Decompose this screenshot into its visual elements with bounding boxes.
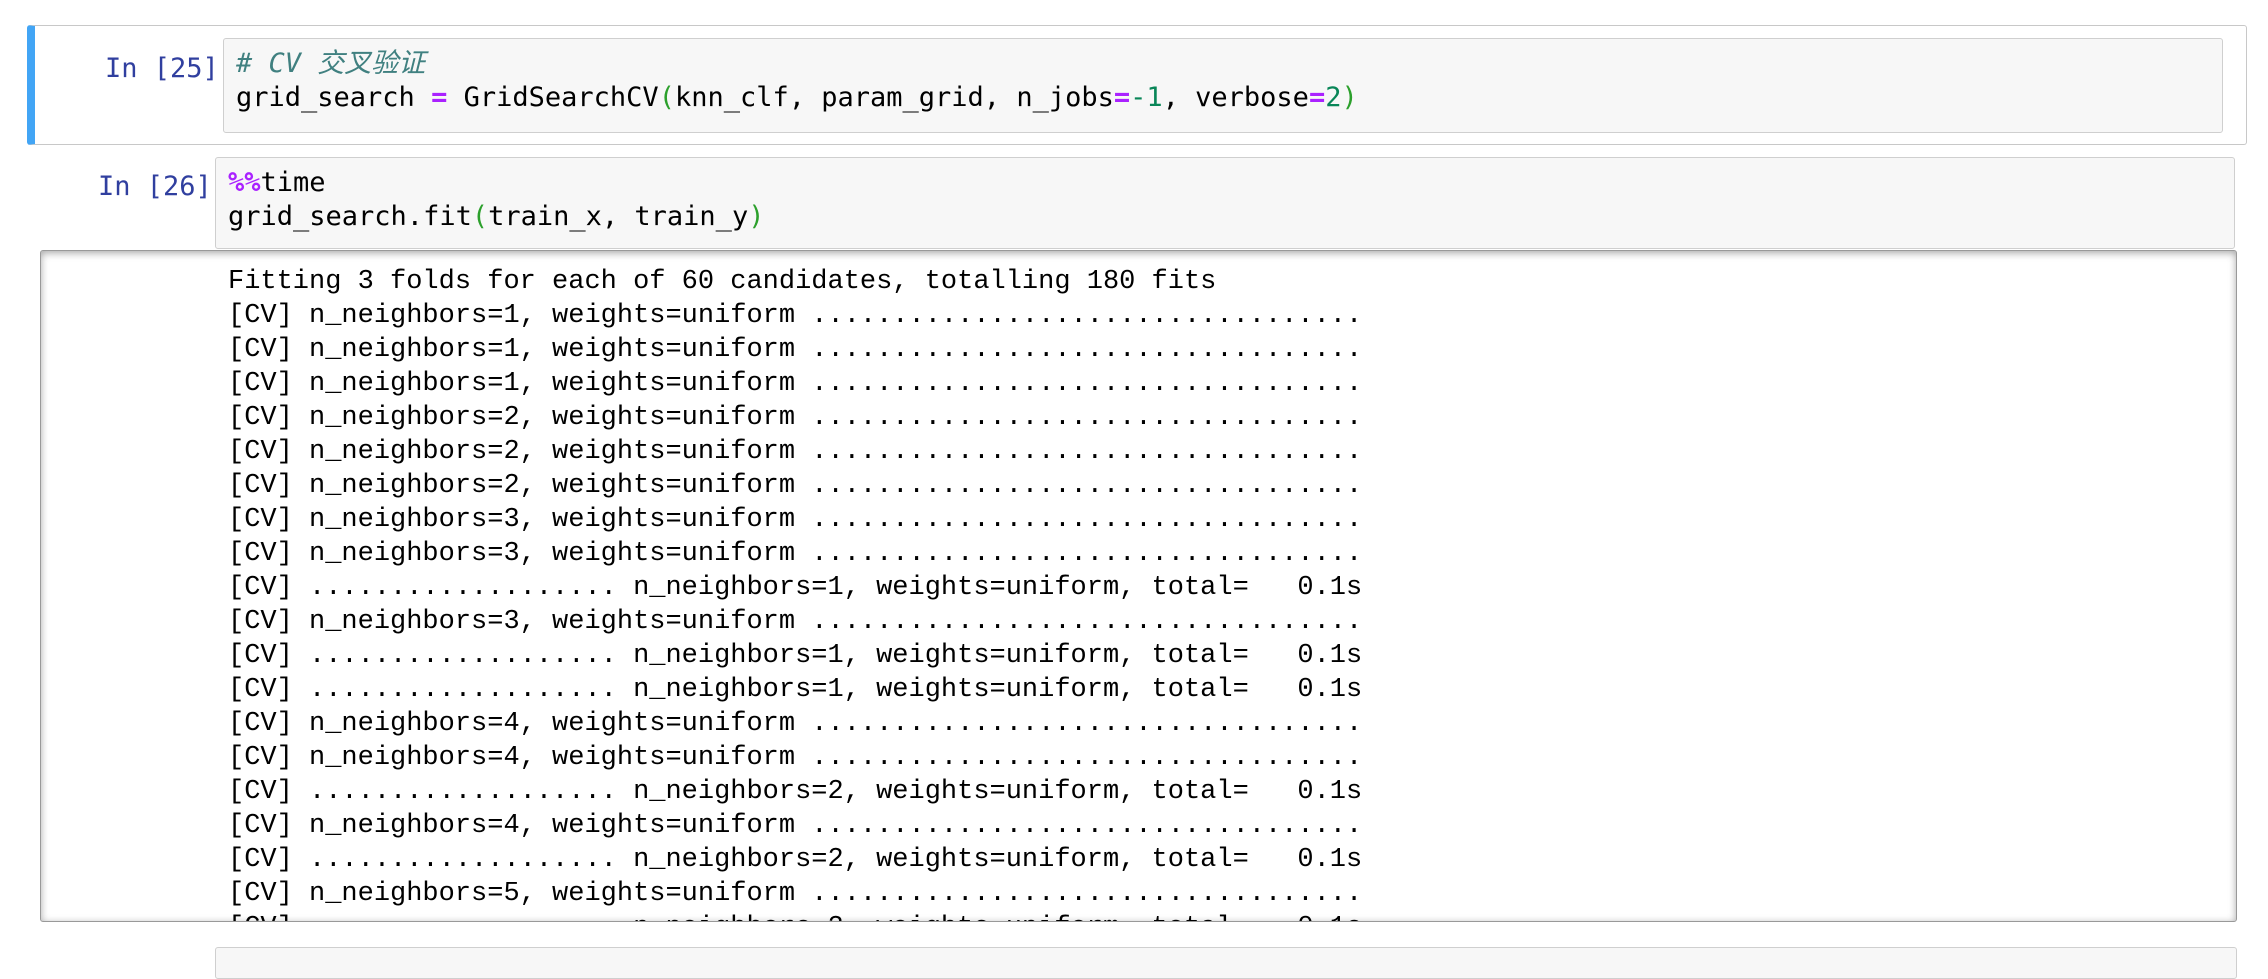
output-line: [CV] n_neighbors=3, weights=uniform ....… — [228, 505, 1363, 535]
output-line: [CV] ................... n_neighbors=1, … — [228, 573, 1363, 603]
output-line: [CV] ................... n_neighbors=2, … — [228, 777, 1363, 807]
code-eq2: = — [1308, 82, 1326, 113]
code-neg: -1 — [1130, 82, 1163, 113]
output-line: [CV] n_neighbors=1, weights=uniform ....… — [228, 335, 1363, 365]
output-line: [CV] n_neighbors=4, weights=uniform ....… — [228, 743, 1363, 773]
code-var: grid_search — [236, 82, 415, 113]
code-args: knn_clf, param_grid, n_jobs — [674, 82, 1114, 113]
cell-prompt: In [26]: — [97, 171, 228, 202]
code-rest: , verbose — [1162, 82, 1309, 113]
code-cell-25[interactable]: In [25]: # CV 交叉验证 grid_search = GridSea… — [27, 25, 2247, 145]
code-input[interactable]: # CV 交叉验证 grid_search = GridSearchCV(knn… — [223, 38, 2223, 133]
code-eq: = — [1113, 82, 1131, 113]
cell-output-scroll[interactable]: Fitting 3 folds for each of 60 candidate… — [40, 250, 2237, 922]
code-val: 2 — [1325, 82, 1342, 113]
output-line: [CV] ................... n_neighbors=2, … — [228, 845, 1363, 875]
paren-close: ) — [748, 201, 765, 232]
output-line: [CV] ................... n_neighbors=1, … — [228, 675, 1363, 705]
magic-prefix: %% — [228, 167, 261, 198]
output-line: [CV] ................... n_neighbors=2, … — [228, 911, 1362, 921]
output-line: [CV] n_neighbors=1, weights=uniform ....… — [228, 369, 1363, 399]
paren-close: ) — [1341, 82, 1358, 113]
output-line: [CV] n_neighbors=2, weights=uniform ....… — [228, 471, 1363, 501]
output-line: Fitting 3 folds for each of 60 candidate… — [228, 267, 1217, 297]
paren-open: ( — [658, 82, 675, 113]
output-line: [CV] n_neighbors=5, weights=uniform ....… — [228, 879, 1363, 909]
output-line: [CV] n_neighbors=3, weights=uniform ....… — [228, 607, 1363, 637]
output-line: [CV] n_neighbors=2, weights=uniform ....… — [228, 403, 1363, 433]
output-line: [CV] n_neighbors=4, weights=uniform ....… — [228, 811, 1363, 841]
output-line: [CV] ................... n_neighbors=1, … — [228, 641, 1363, 671]
output-line: [CV] n_neighbors=3, weights=uniform ....… — [228, 539, 1363, 569]
code-comment: # CV 交叉验证 — [236, 48, 426, 79]
output-stream: Fitting 3 folds for each of 60 candidate… — [228, 265, 1363, 921]
code-op: = — [431, 82, 448, 113]
code-args: train_x, train_y — [488, 201, 749, 232]
next-code-cell[interactable] — [215, 947, 2237, 979]
paren-open: ( — [471, 201, 489, 232]
code-input[interactable]: %%time grid_search.fit(train_x, train_y) — [215, 157, 2235, 249]
output-line: [CV] n_neighbors=1, weights=uniform ....… — [228, 301, 1363, 331]
output-line: [CV] n_neighbors=2, weights=uniform ....… — [228, 437, 1363, 467]
code-call: GridSearchCV — [463, 82, 659, 113]
code-call: grid_search.fit — [228, 201, 472, 232]
magic-name: time — [260, 167, 326, 198]
cell-prompt: In [25]: — [104, 53, 235, 84]
output-line: [CV] n_neighbors=4, weights=uniform ....… — [228, 709, 1363, 739]
